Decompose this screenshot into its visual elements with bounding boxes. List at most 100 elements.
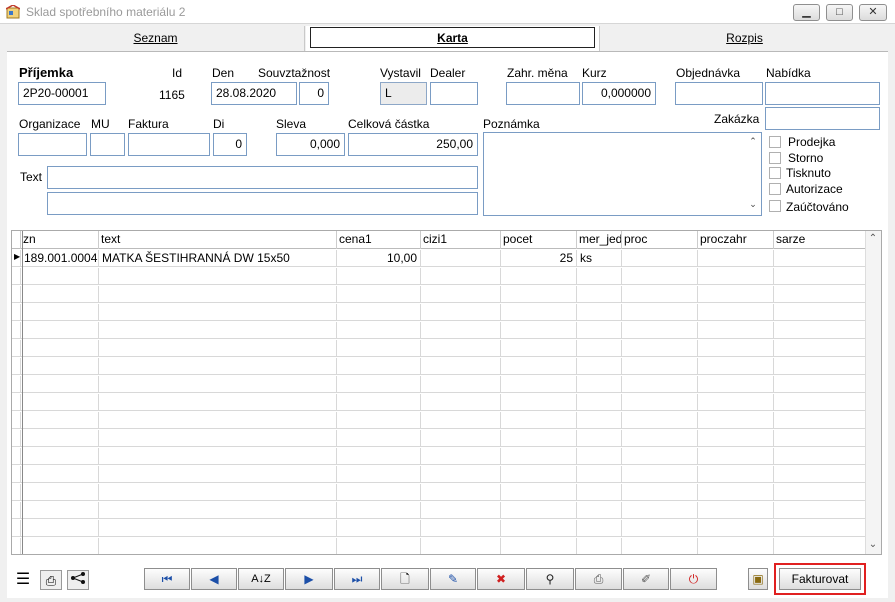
cell-cizi1[interactable] [420, 538, 500, 554]
table-row[interactable] [12, 286, 867, 303]
cell-sarze[interactable] [773, 268, 867, 285]
objednavka-field[interactable] [675, 82, 763, 105]
cell-text[interactable] [98, 412, 336, 429]
cell-text[interactable] [98, 376, 336, 393]
cell-mer-jed[interactable] [576, 538, 621, 554]
search-button[interactable]: ⚲ [526, 568, 574, 590]
cell-proczahr[interactable] [697, 286, 773, 303]
cell-cizi1[interactable] [420, 304, 500, 321]
mu-field[interactable] [90, 133, 125, 156]
cell-pocet[interactable] [500, 466, 576, 483]
cell-proczahr[interactable] [697, 358, 773, 375]
table-row[interactable] [12, 340, 867, 357]
sleva-field[interactable]: 0,000 [276, 133, 345, 156]
cell-proc[interactable] [621, 412, 697, 429]
cell-proc[interactable] [621, 394, 697, 411]
cell-text[interactable] [98, 430, 336, 447]
table-row[interactable] [12, 304, 867, 321]
cell-text[interactable] [98, 268, 336, 285]
cell-proczahr[interactable] [697, 412, 773, 429]
cell-pocet[interactable]: 25 [500, 250, 576, 267]
share-icon[interactable] [67, 570, 89, 590]
minimize-button[interactable]: ▁ [793, 4, 820, 21]
cell-cena1[interactable] [336, 538, 420, 554]
cell-proczahr[interactable] [697, 466, 773, 483]
cell-cizi1[interactable] [420, 430, 500, 447]
cell-mer-jed[interactable] [576, 502, 621, 519]
cell-cizi1[interactable] [420, 412, 500, 429]
column-header-zn[interactable]: zn [20, 231, 98, 249]
cell-mer-jed[interactable] [576, 358, 621, 375]
scroll-down-icon[interactable]: ⌄ [866, 539, 880, 550]
cell-sarze[interactable] [773, 304, 867, 321]
cell-mer-jed[interactable] [576, 286, 621, 303]
column-header-pocet[interactable]: pocet [500, 231, 576, 249]
cell-text[interactable] [98, 448, 336, 465]
cell-text[interactable] [98, 520, 336, 537]
last-record-button[interactable]: ⏭ [334, 568, 380, 590]
cell-zn[interactable] [20, 340, 98, 357]
cell-text[interactable] [98, 340, 336, 357]
cell-text[interactable] [98, 466, 336, 483]
cell-zn[interactable] [20, 502, 98, 519]
cell-cena1[interactable] [336, 376, 420, 393]
cell-zn[interactable] [20, 466, 98, 483]
power-button[interactable]: ⏻ [670, 568, 717, 590]
cell-proczahr[interactable] [697, 502, 773, 519]
next-record-button[interactable]: ▶ [285, 568, 333, 590]
cell-zn[interactable] [20, 358, 98, 375]
poznamka-scrollbar[interactable]: ⌃ ⌄ [746, 134, 760, 214]
cell-mer-jed[interactable] [576, 412, 621, 429]
cell-text[interactable] [98, 502, 336, 519]
nabidka-field[interactable] [765, 82, 880, 105]
cell-cizi1[interactable] [420, 394, 500, 411]
cell-cizi1[interactable] [420, 268, 500, 285]
cell-zn[interactable] [20, 394, 98, 411]
cell-sarze[interactable] [773, 358, 867, 375]
delete-record-button[interactable]: ✖ [477, 568, 525, 590]
cell-sarze[interactable] [773, 286, 867, 303]
cell-proc[interactable] [621, 538, 697, 554]
cell-cena1[interactable] [336, 286, 420, 303]
storno-checkbox[interactable] [769, 152, 781, 164]
cell-zn[interactable] [20, 538, 98, 554]
cell-proc[interactable] [621, 502, 697, 519]
cell-text[interactable]: MATKA ŠESTIHRANNÁ DW 15x50 [98, 250, 336, 267]
cell-zn[interactable] [20, 268, 98, 285]
cell-proc[interactable] [621, 322, 697, 339]
cell-cena1[interactable] [336, 484, 420, 501]
cell-zn[interactable] [20, 520, 98, 537]
cell-proczahr[interactable] [697, 520, 773, 537]
cell-mer-jed[interactable] [576, 376, 621, 393]
cell-proczahr[interactable] [697, 448, 773, 465]
scroll-down-icon[interactable]: ⌄ [746, 199, 760, 210]
cell-cizi1[interactable] [420, 448, 500, 465]
celkova-castka-field[interactable]: 250,00 [348, 133, 478, 156]
kurz-field[interactable]: 0,000000 [582, 82, 656, 105]
cell-text[interactable] [98, 394, 336, 411]
cell-proczahr[interactable] [697, 484, 773, 501]
cell-proc[interactable] [621, 484, 697, 501]
tab-karta[interactable]: Karta [306, 26, 600, 51]
dealer-field[interactable] [430, 82, 478, 105]
edit-record-button[interactable]: ✎ [430, 568, 476, 590]
cell-proc[interactable] [621, 466, 697, 483]
faktura-field[interactable] [128, 133, 210, 156]
table-row[interactable] [12, 520, 867, 537]
cell-sarze[interactable] [773, 394, 867, 411]
cell-mer-jed[interactable] [576, 466, 621, 483]
cell-mer-jed[interactable] [576, 484, 621, 501]
cell-text[interactable] [98, 484, 336, 501]
print-button[interactable]: ⎙ [575, 568, 622, 590]
sort-button[interactable]: A↓Z [238, 568, 284, 590]
cell-zn[interactable] [20, 322, 98, 339]
close-button[interactable]: ✕ [859, 4, 887, 21]
cell-pocet[interactable] [500, 286, 576, 303]
contacts-button[interactable]: ▣ [748, 568, 768, 590]
cell-zn[interactable] [20, 304, 98, 321]
cell-pocet[interactable] [500, 268, 576, 285]
column-header-text[interactable]: text [98, 231, 336, 249]
cell-sarze[interactable] [773, 376, 867, 393]
new-record-button[interactable]: 🗋 [381, 568, 429, 590]
cell-zn[interactable] [20, 286, 98, 303]
